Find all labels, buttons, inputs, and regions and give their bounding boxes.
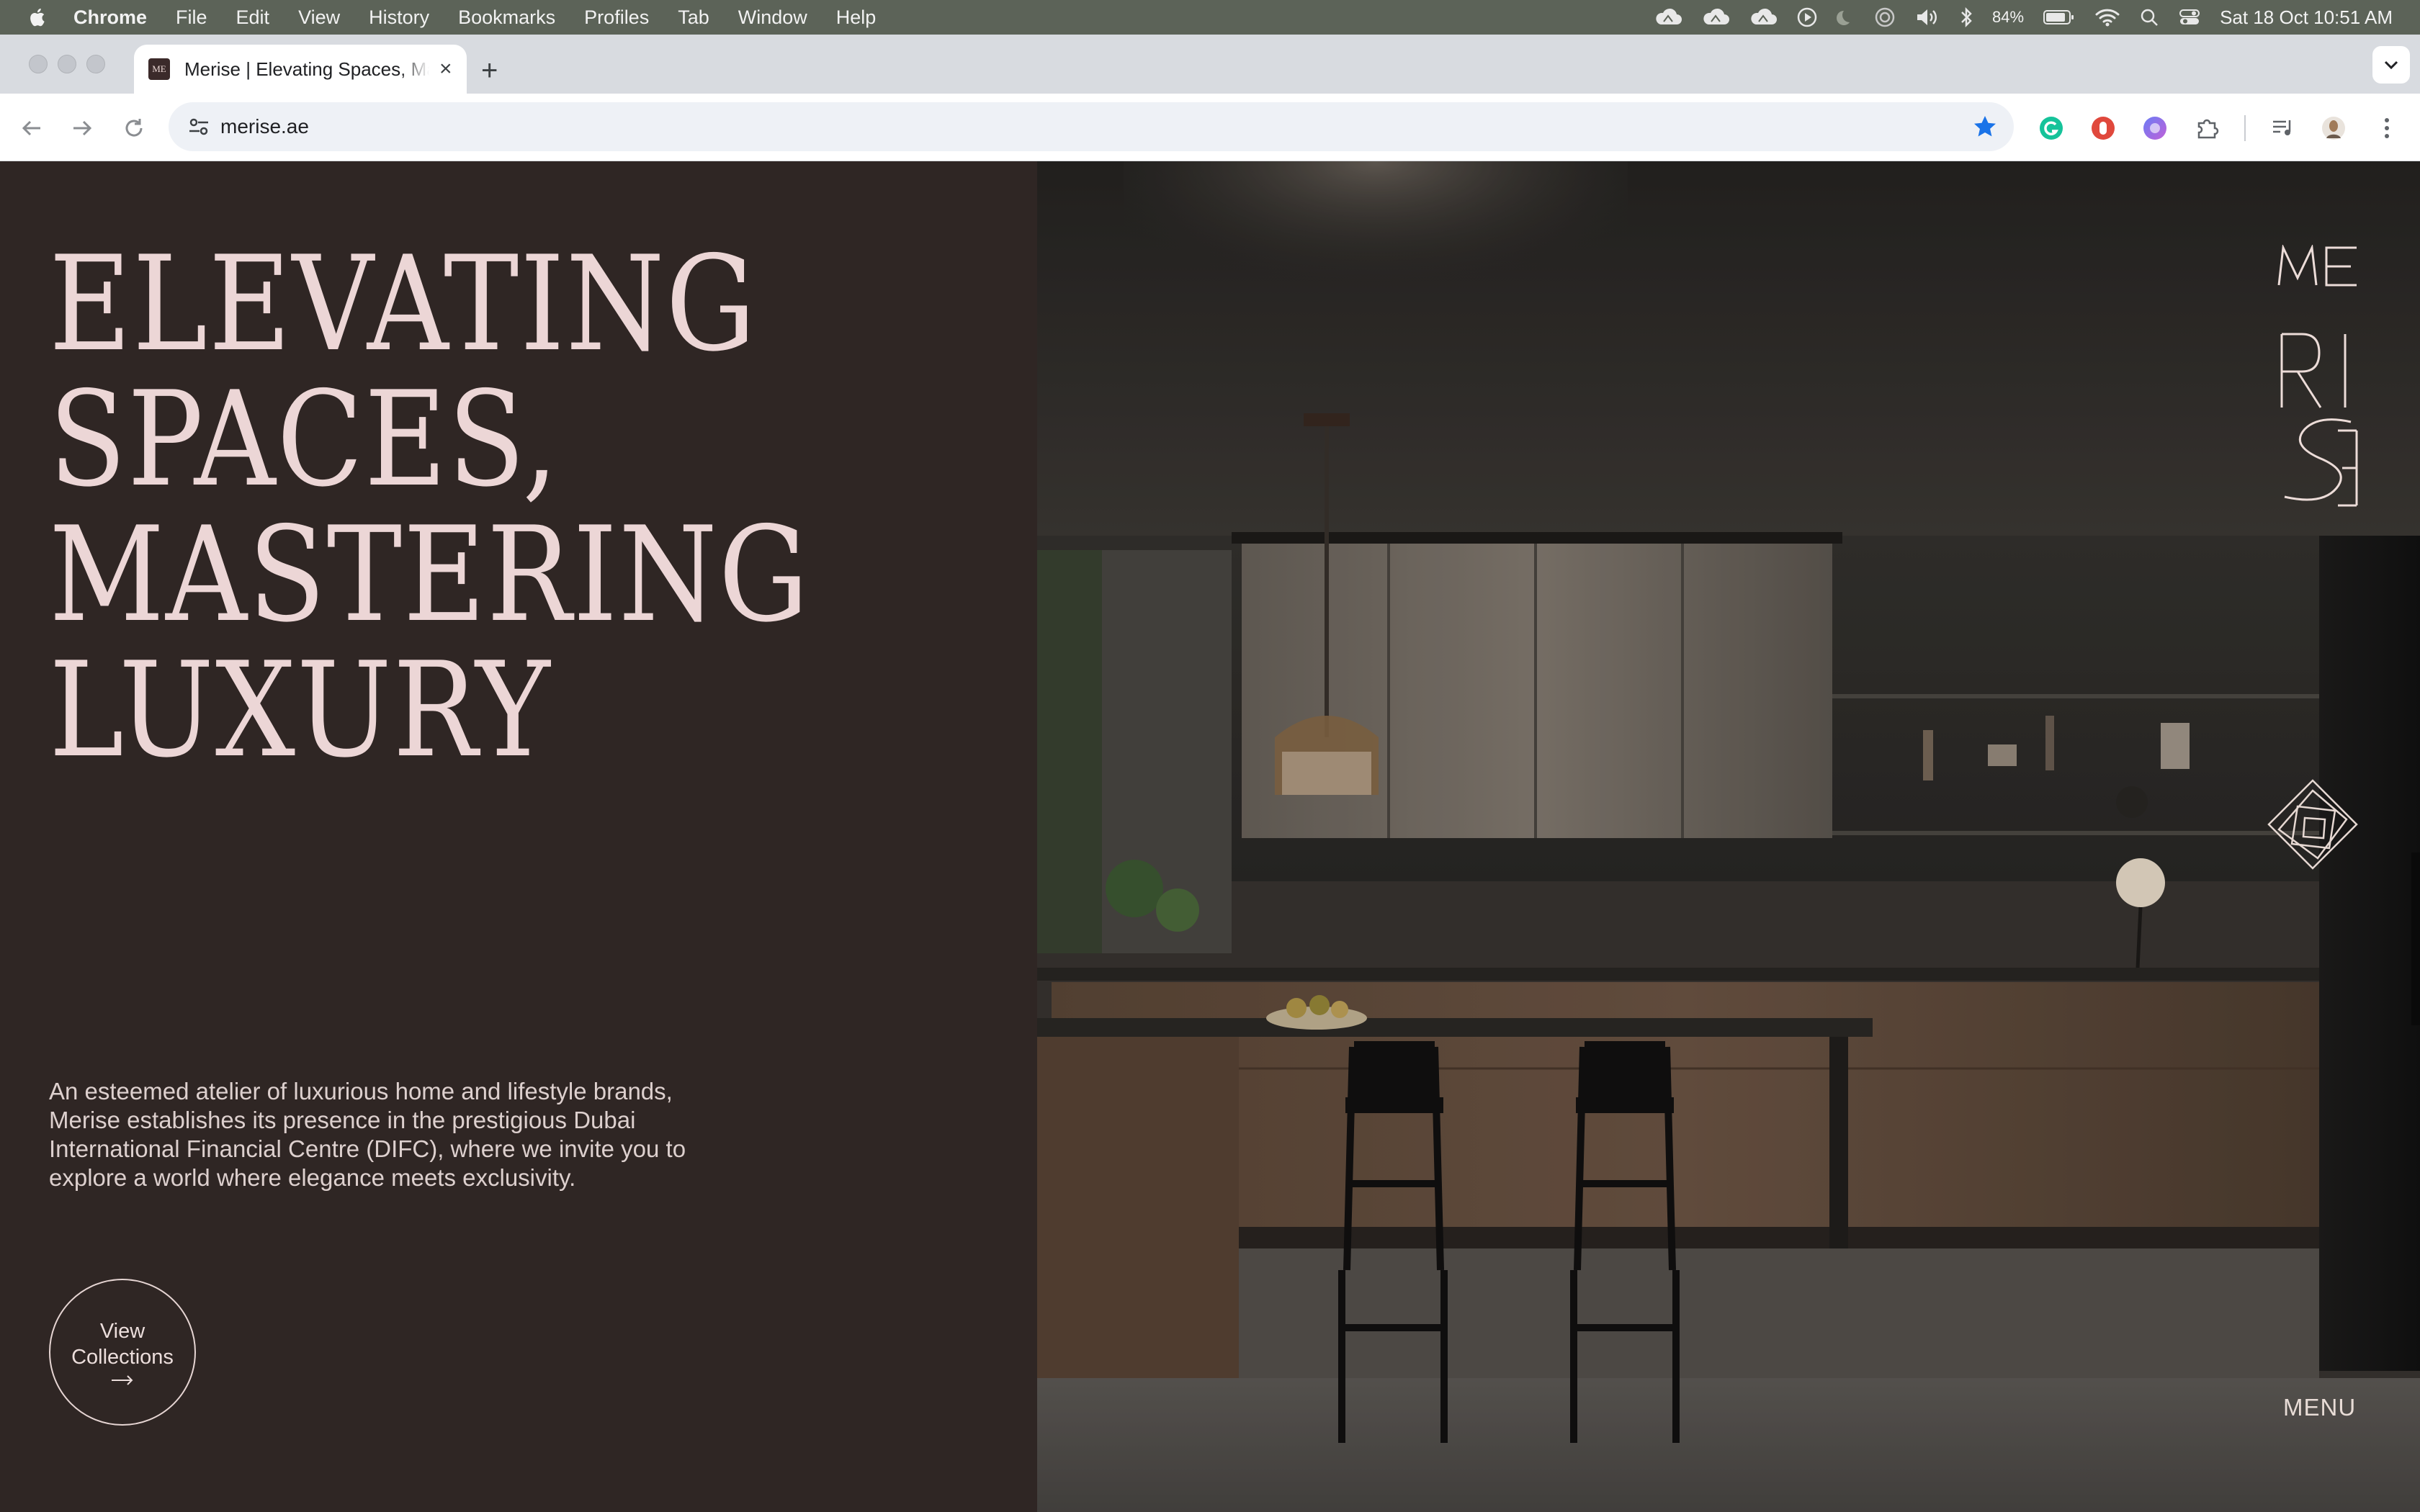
chevron-down-icon [2384, 60, 2398, 70]
menu-bar-status-area: 84% Sat 18 Oct 10:51 AM [1654, 0, 2393, 35]
menu-bar-clock[interactable]: Sat 18 Oct 10:51 AM [2220, 6, 2393, 29]
spotlight-search-icon[interactable] [2139, 7, 2159, 27]
window-zoom-button[interactable] [86, 55, 105, 73]
arrow-right-icon [112, 1375, 133, 1385]
kebab-menu-icon [2385, 118, 2389, 138]
moon-icon[interactable] [1837, 8, 1855, 27]
site-settings-icon [189, 118, 208, 135]
cloud-sync-icon[interactable] [1701, 7, 1730, 27]
hero-headline: ELEVATING SPACES, MASTERING LUXURY [49, 236, 810, 778]
tab-search-button[interactable] [2372, 46, 2410, 84]
menu-bookmarks[interactable]: Bookmarks [458, 6, 555, 29]
browser-tab-strip: ME Merise | Elevating Spaces, Mastering … [0, 35, 2420, 94]
menu-help[interactable]: Help [836, 6, 877, 29]
menu-view[interactable]: View [298, 6, 340, 29]
tab-title: Merise | Elevating Spaces, Mastering Lux… [184, 58, 429, 80]
back-arrow-icon [22, 120, 40, 136]
battery-icon[interactable] [2043, 9, 2076, 26]
diamond-emblem-icon [2267, 779, 2358, 870]
media-controls-button[interactable] [2267, 112, 2299, 144]
cloud-sync-icon[interactable] [1654, 7, 1682, 27]
menu-app-name[interactable]: Chrome [73, 6, 147, 29]
star-icon[interactable] [1972, 114, 1998, 140]
view-collections-button[interactable]: View Collections [49, 1279, 196, 1426]
menu-tab[interactable]: Tab [678, 6, 709, 29]
hero-text-panel: ELEVATING SPACES, MASTERING LUXURY An es… [0, 161, 1037, 1512]
grammarly-extension-icon [2040, 117, 2063, 140]
chrome-menu-button[interactable] [2371, 112, 2403, 144]
site-info-button[interactable] [184, 112, 213, 141]
profile-button[interactable] [2318, 112, 2349, 144]
reload-button[interactable] [118, 112, 150, 144]
control-center-icon[interactable] [2178, 7, 2201, 27]
apple-logo-icon[interactable] [27, 6, 49, 28]
purple-extension-button[interactable] [2139, 112, 2171, 144]
reload-icon [125, 119, 143, 137]
volume-icon[interactable] [1914, 7, 1940, 27]
purple-extension-icon [2143, 117, 2166, 140]
forward-arrow-icon [73, 120, 92, 136]
headline-line-4: LUXURY [49, 634, 552, 786]
tab-close-icon[interactable]: × [439, 58, 452, 80]
menu-window[interactable]: Window [738, 6, 807, 29]
menu-button[interactable]: MENU [2283, 1394, 2356, 1421]
address-bar[interactable]: merise.ae [169, 102, 2014, 151]
kitchen-scene-illustration [1037, 161, 2420, 1512]
new-tab-button[interactable]: + [481, 56, 498, 85]
web-page: ELEVATING SPACES, MASTERING LUXURY An es… [0, 161, 2420, 1512]
view-collections-label: View Collections [71, 1320, 174, 1369]
cloud-sync-icon[interactable] [1749, 7, 1778, 27]
hero-kitchen-image [1037, 161, 2420, 1512]
window-close-button[interactable] [29, 55, 48, 73]
macos-menu-bar: Chrome File Edit View History Bookmarks … [0, 0, 2420, 35]
headline-line-2: SPACES, [49, 363, 560, 516]
profile-avatar-icon [2322, 117, 2345, 140]
media-controls-icon [2273, 120, 2291, 135]
forward-button[interactable] [66, 112, 98, 144]
menu-edit[interactable]: Edit [236, 6, 270, 29]
play-circle-icon[interactable] [1796, 6, 1818, 28]
window-minimize-button[interactable] [58, 55, 76, 73]
merise-logo[interactable] [2276, 245, 2361, 508]
airdrop-icon[interactable] [1874, 6, 1896, 28]
back-button[interactable] [16, 112, 48, 144]
red-extension-icon [2092, 117, 2115, 140]
bluetooth-icon[interactable] [1959, 6, 1973, 28]
intro-paragraph: An esteemed atelier of luxurious home an… [49, 1078, 686, 1191]
toolbar-divider [2244, 115, 2246, 141]
menu-file[interactable]: File [176, 6, 207, 29]
headline-line-3: MASTERING [49, 498, 810, 651]
browser-toolbar: merise.ae [0, 94, 2420, 161]
menu-profiles[interactable]: Profiles [584, 6, 649, 29]
puzzle-extensions-icon [2197, 119, 2219, 139]
red-extension-button[interactable] [2087, 112, 2119, 144]
url-text[interactable]: merise.ae [220, 115, 309, 138]
grammarly-extension-button[interactable] [2035, 112, 2067, 144]
menu-history[interactable]: History [369, 6, 429, 29]
headline-line-1: ELEVATING [49, 228, 758, 380]
site-favicon: ME [148, 58, 170, 80]
browser-tab-active[interactable]: ME Merise | Elevating Spaces, Mastering … [134, 45, 467, 94]
battery-percentage: 84% [1992, 8, 2025, 26]
extensions-menu-button[interactable] [2191, 112, 2223, 144]
wifi-icon[interactable] [2094, 7, 2120, 27]
